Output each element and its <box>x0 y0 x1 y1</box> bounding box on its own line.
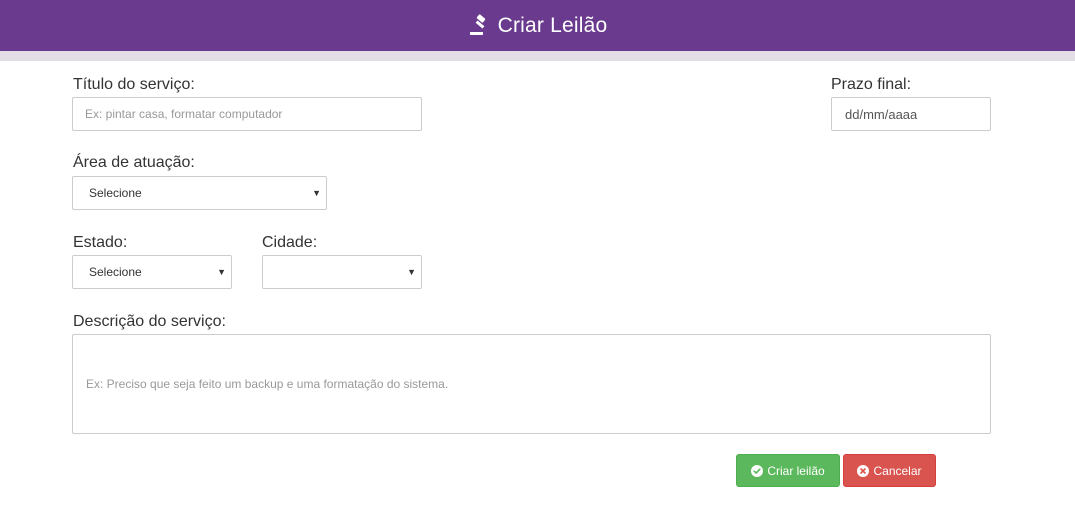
page-title: Criar Leilão <box>497 13 608 37</box>
description-label: Descrição do serviço: <box>73 313 226 330</box>
cancel-label: Cancelar <box>873 463 922 478</box>
header-title-group: Criar Leilão <box>468 14 608 38</box>
area-select[interactable]: Selecione ▼ <box>72 176 327 210</box>
chevron-down-icon: ▼ <box>217 267 226 277</box>
deadline-date-value: dd/mm/aaaa <box>845 106 918 122</box>
header-divider <box>0 51 1075 61</box>
create-auction-button[interactable]: Criar leilão <box>736 454 840 487</box>
description-textarea[interactable]: Ex: Preciso que seja feito um backup e u… <box>72 334 991 434</box>
chevron-down-icon: ▼ <box>312 188 321 198</box>
area-select-value: Selecione <box>89 186 142 200</box>
state-select[interactable]: Selecione ▼ <box>72 255 232 289</box>
title-label: Título do serviço: <box>73 76 195 93</box>
close-circle-icon <box>857 464 870 477</box>
deadline-label: Prazo final: <box>831 76 912 93</box>
gavel-icon <box>469 13 485 35</box>
create-auction-label: Criar leilão <box>767 463 825 478</box>
deadline-date-input[interactable]: dd/mm/aaaa <box>831 97 991 131</box>
state-label: Estado: <box>73 234 128 251</box>
city-select[interactable]: ▼ <box>262 255 422 289</box>
title-input[interactable]: Ex: pintar casa, formatar computador <box>72 97 422 131</box>
state-select-value: Selecione <box>89 265 142 279</box>
chevron-down-icon: ▼ <box>407 267 416 277</box>
area-label: Área de atuação: <box>73 154 195 171</box>
city-label: Cidade: <box>262 234 318 251</box>
cancel-button[interactable]: Cancelar <box>843 454 936 487</box>
description-placeholder: Ex: Preciso que seja feito um backup e u… <box>86 377 449 391</box>
page-header: Criar Leilão <box>0 0 1075 51</box>
title-input-placeholder: Ex: pintar casa, formatar computador <box>85 107 283 121</box>
check-circle-icon <box>751 464 764 477</box>
